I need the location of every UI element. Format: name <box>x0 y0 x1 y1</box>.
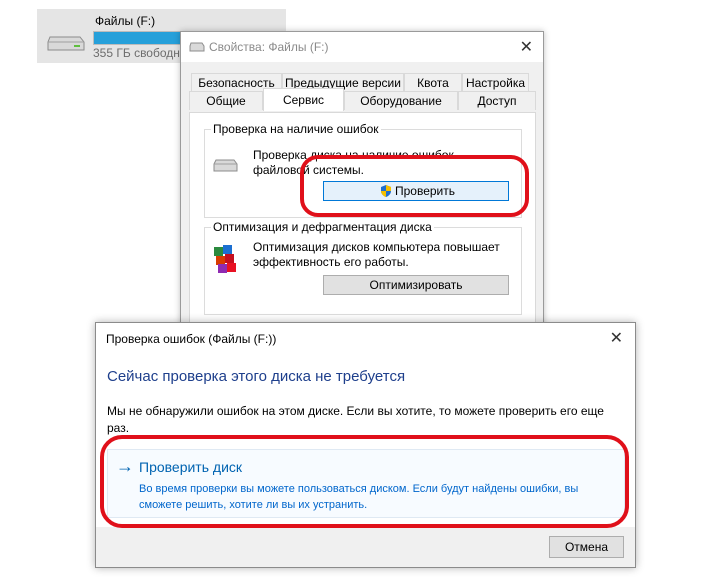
drive-name: Файлы (F:) <box>95 14 156 28</box>
tab-hardware[interactable]: Оборудование <box>344 91 458 110</box>
cancel-button[interactable]: Отмена <box>549 536 624 558</box>
drive-small-icon <box>189 42 205 52</box>
properties-title: Свойства: Файлы (F:) <box>209 40 329 54</box>
optimize-group: Оптимизация и дефрагментация диска Оптим… <box>204 220 522 315</box>
dialog-heading: Сейчас проверка этого диска не требуется <box>107 368 406 385</box>
tools-tab-panel: Проверка на наличие ошибок Проверка диск… <box>189 112 536 327</box>
close-icon[interactable]: ✕ <box>520 37 533 57</box>
drive-check-icon <box>213 159 238 172</box>
hard-drive-icon <box>47 36 85 51</box>
scan-drive-title: Проверить диск <box>139 459 243 475</box>
check-button-label: Проверить <box>395 184 456 198</box>
tab-customize[interactable]: Настройка <box>462 73 529 92</box>
defrag-icon <box>214 245 236 273</box>
close-icon[interactable]: ✕ <box>610 328 623 348</box>
error-checking-label: Проверка на наличие ошибок <box>211 122 381 136</box>
error-checking-text: Проверка диска на наличие ошибок файлово… <box>253 148 454 177</box>
dialog-footer: Отмена <box>96 527 635 567</box>
optimize-button[interactable]: Оптимизировать <box>323 275 509 295</box>
tab-tools[interactable]: Сервис <box>263 88 344 111</box>
properties-titlebar: Свойства: Файлы (F:) ✕ <box>181 32 543 62</box>
tab-sharing[interactable]: Доступ <box>458 91 536 110</box>
error-checking-group: Проверка на наличие ошибок Проверка диск… <box>204 122 522 218</box>
tab-general[interactable]: Общие <box>189 91 263 110</box>
check-button[interactable]: Проверить <box>323 181 509 201</box>
scan-drive-command[interactable]: → Проверить диск Во время проверки вы мо… <box>107 449 625 518</box>
optimize-label: Оптимизация и дефрагментация диска <box>211 220 434 234</box>
drive-free-space: 355 ГБ свободно <box>93 46 187 60</box>
dialog-title: Проверка ошибок (Файлы (F:)) <box>106 332 277 346</box>
tab-quota[interactable]: Квота <box>404 73 462 92</box>
uac-shield-icon <box>381 185 391 197</box>
arrow-right-icon: → <box>116 456 134 476</box>
dialog-message: Мы не обнаружили ошибок на этом диске. Е… <box>107 404 604 435</box>
properties-window: Свойства: Файлы (F:) ✕ Безопасность Пред… <box>180 31 544 331</box>
scan-drive-description: Во время проверки вы можете пользоваться… <box>139 483 579 511</box>
error-check-dialog: Проверка ошибок (Файлы (F:)) ✕ Сейчас пр… <box>95 322 636 568</box>
optimize-text: Оптимизация дисков компьютера повышает э… <box>253 240 500 269</box>
